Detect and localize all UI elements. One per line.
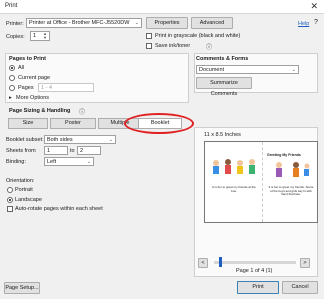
pages-all-label: All [18, 65, 25, 71]
printer-select[interactable]: Printer at Office - Brother MFC-J5520DW … [26, 18, 142, 28]
pages-all-radio[interactable] [9, 65, 15, 71]
printer-label: Printer: [6, 21, 24, 27]
pages-range-label: Pages [18, 85, 34, 91]
landscape-radio[interactable] [7, 197, 13, 203]
orientation-heading: Orientation: [6, 178, 35, 184]
autorotate-checkbox[interactable] [7, 206, 13, 212]
prev-page-button[interactable]: < [198, 258, 208, 268]
chevron-down-icon: ⌄ [134, 20, 139, 26]
preview-doc-title: Greeting My Friends [267, 153, 301, 157]
kids-illustration-right [276, 162, 310, 177]
sheets-to-input[interactable]: 2 [77, 146, 101, 155]
sheets-from-label: Sheets from [6, 148, 36, 154]
page-slider-thumb[interactable] [219, 257, 222, 267]
advanced-button[interactable]: Advanced [191, 17, 233, 29]
chevron-down-icon: ⌄ [291, 67, 296, 73]
pages-range-radio[interactable] [9, 85, 15, 91]
save-ink-label: Save ink/toner [155, 43, 191, 49]
next-page-button[interactable]: > [300, 258, 310, 268]
copies-value: 1 [33, 33, 37, 39]
binding-value: Left [47, 159, 57, 165]
booklet-subset-select[interactable]: Both sides ⌄ [44, 135, 116, 144]
spinner-icon[interactable]: ▲ ▼ [43, 32, 47, 40]
grayscale-checkbox[interactable] [146, 33, 152, 39]
sheets-from-input[interactable]: 1 [44, 146, 68, 155]
chevron-down-icon: ⌄ [108, 137, 113, 143]
help-link[interactable]: Help [298, 21, 309, 27]
chevron-down-icon: ⌄ [86, 159, 91, 165]
page-status: Page 1 of 4 (1) [236, 268, 273, 274]
summarize-comments-button[interactable]: Summarize Comments [196, 77, 252, 97]
comments-select[interactable]: Document ⌄ [196, 65, 299, 74]
page-slider-track[interactable] [214, 261, 296, 264]
tab-size[interactable]: Size [8, 118, 48, 129]
preview-page: Greeting My Friends It is fun to greet m… [204, 141, 318, 223]
sizing-info-icon[interactable]: ⓘ [79, 107, 85, 116]
sizing-heading: Page Sizing & Handling [9, 108, 71, 114]
current-page-radio[interactable] [9, 75, 15, 81]
copies-label: Copies: [6, 34, 25, 40]
print-button[interactable]: Print [237, 281, 279, 294]
window-title: Print [5, 3, 18, 9]
info-icon[interactable]: ⓘ [206, 42, 212, 51]
kids-illustration-left [213, 159, 255, 174]
binding-label: Binding: [6, 159, 26, 165]
more-options-label[interactable]: More Options [16, 95, 49, 101]
copies-input[interactable]: 1 ▲ ▼ [30, 31, 50, 41]
caption-left: It is fun to greet my friends at the bus… [212, 185, 256, 193]
help-icon[interactable]: ? [314, 19, 318, 26]
highlight-ellipse [124, 113, 194, 134]
pages-heading: Pages to Print [9, 56, 46, 62]
pages-range-input[interactable]: 1 - 4 [38, 83, 94, 92]
sheets-to-label: to [70, 148, 75, 154]
booklet-subset-value: Both sides [47, 137, 73, 143]
booklet-subset-label: Booklet subset: [6, 137, 44, 143]
portrait-radio[interactable] [7, 187, 13, 193]
landscape-label: Landscape [15, 197, 42, 203]
comments-heading: Comments & Forms [196, 56, 249, 62]
more-options-chevron-icon[interactable]: ▸ [9, 95, 12, 101]
portrait-label: Portrait [15, 187, 33, 193]
binding-select[interactable]: Left ⌄ [44, 157, 94, 166]
page-setup-button[interactable]: Page Setup... [4, 282, 40, 294]
properties-button[interactable]: Properties [146, 17, 188, 29]
preview-size-label: 11 x 8.5 Inches [204, 132, 241, 138]
fold-line [262, 142, 263, 222]
title-bar: Print ✕ [0, 0, 324, 14]
printer-value: Printer at Office - Brother MFC-J5520DW [29, 20, 130, 26]
comments-value: Document [199, 67, 225, 73]
caption-right: It is fun to greet my friends. Some of t… [268, 185, 314, 196]
close-icon[interactable]: ✕ [310, 1, 318, 12]
current-page-label: Current page [18, 75, 51, 81]
tab-poster[interactable]: Poster [50, 118, 96, 129]
grayscale-label: Print in grayscale (black and white) [155, 33, 241, 39]
save-ink-checkbox[interactable] [146, 43, 152, 49]
autorotate-label: Auto-rotate pages within each sheet [15, 206, 103, 212]
cancel-button[interactable]: Cancel [282, 281, 318, 294]
